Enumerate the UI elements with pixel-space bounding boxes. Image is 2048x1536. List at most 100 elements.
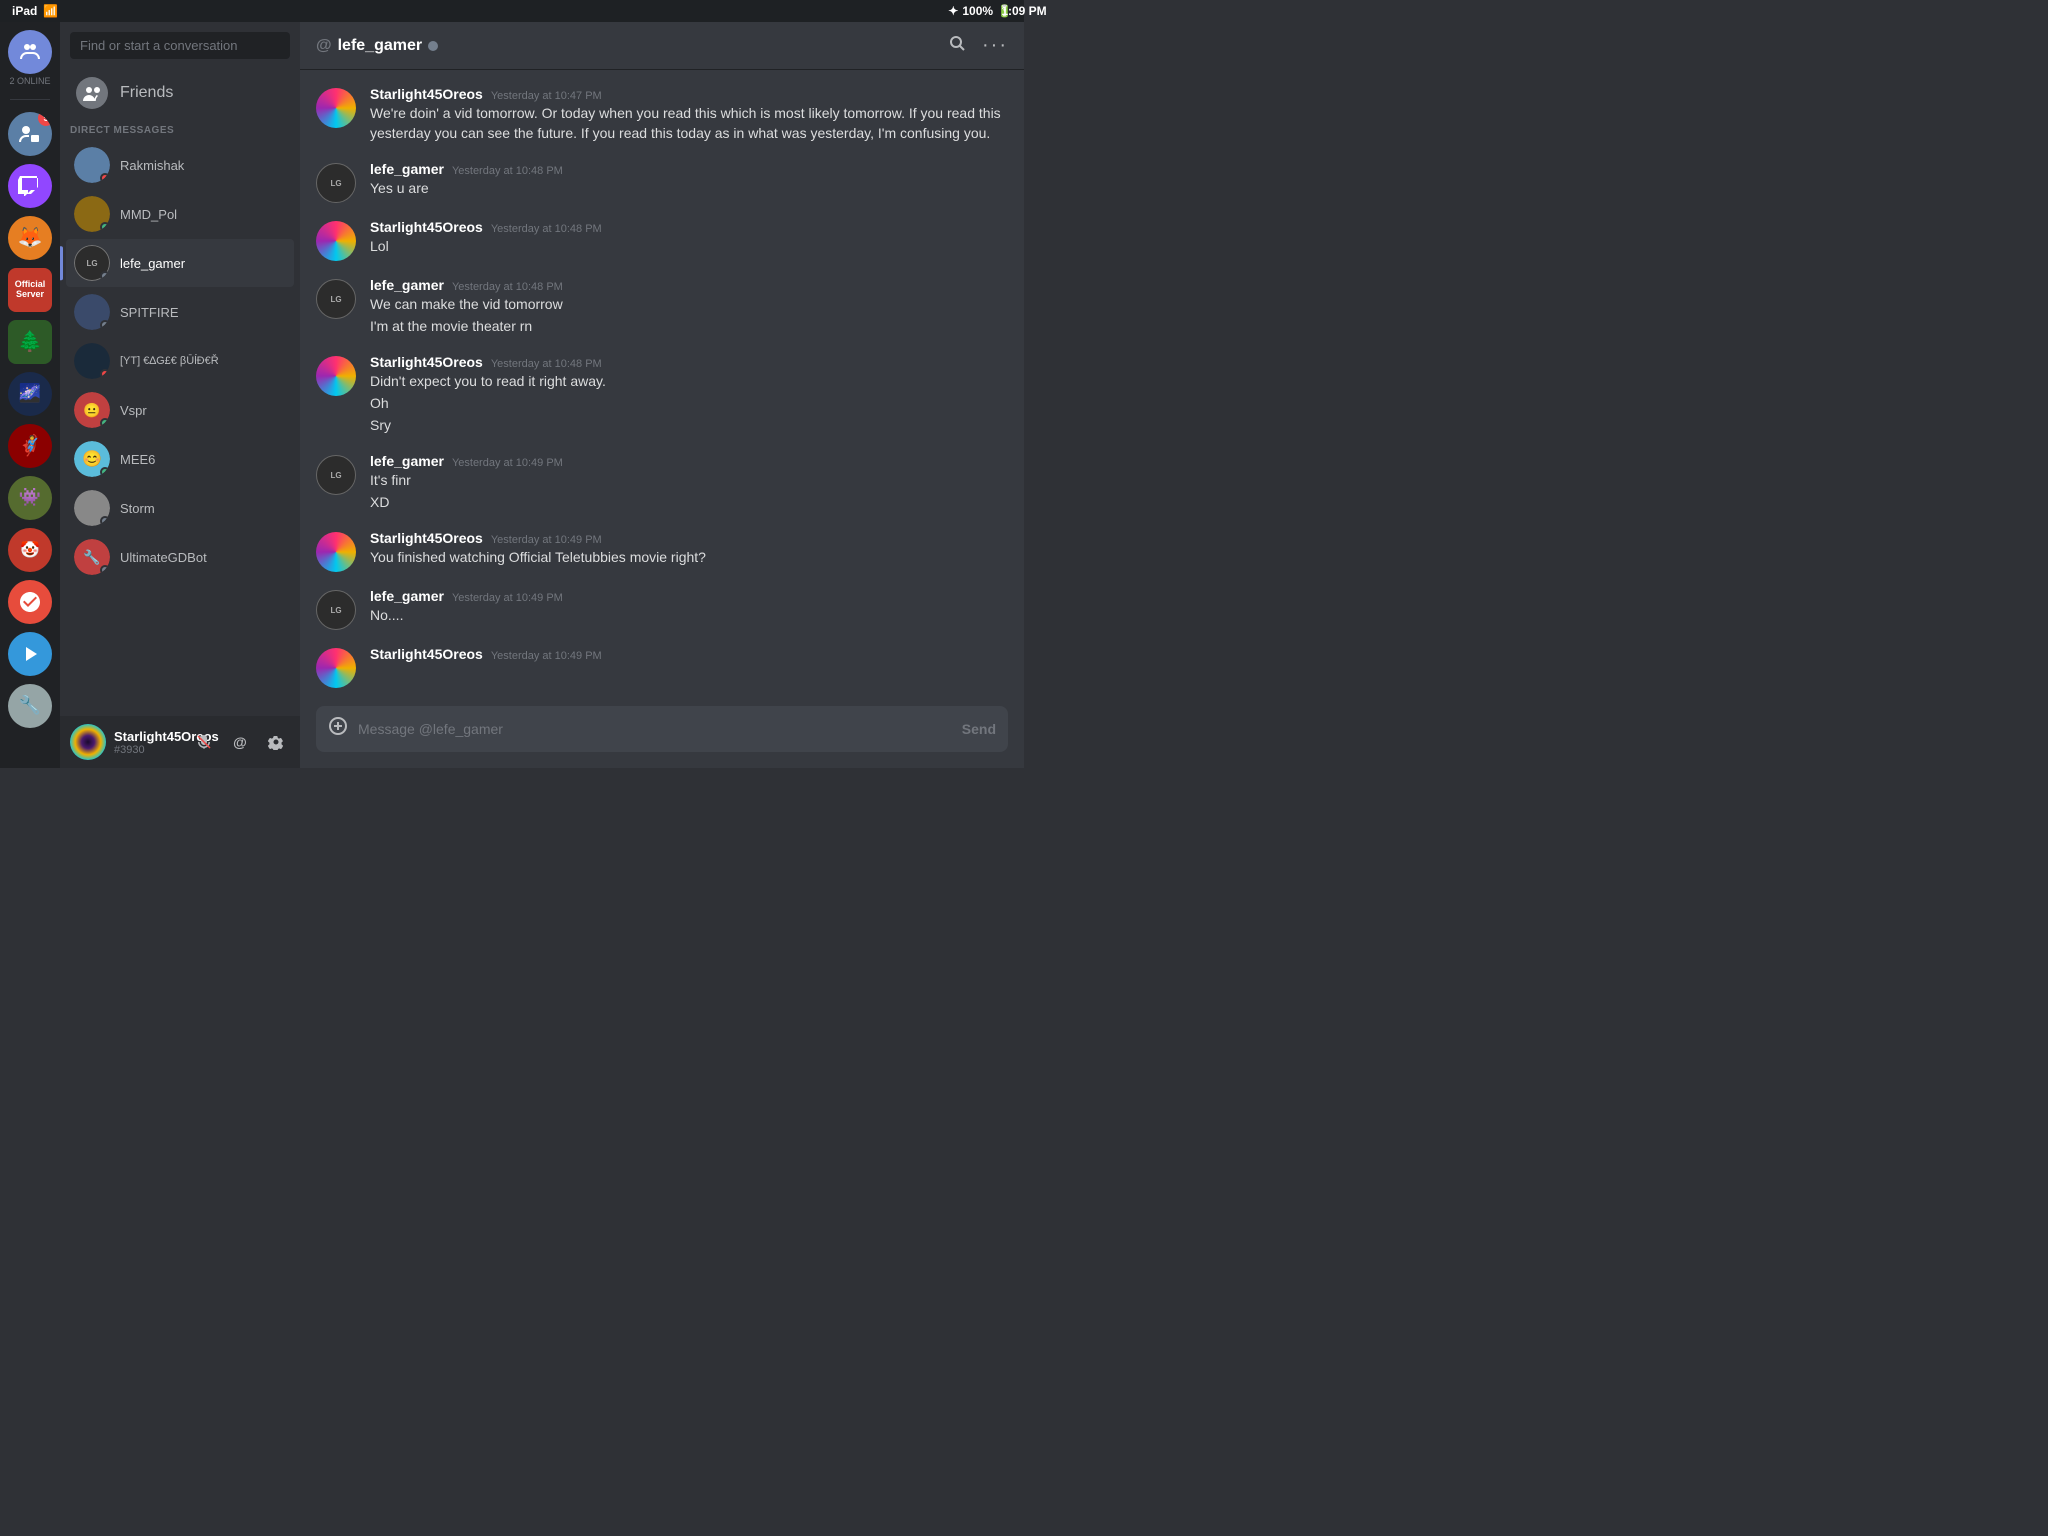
server-icon-s3[interactable]: 🦊 — [8, 216, 52, 260]
online-count: 2 ONLINE — [8, 30, 52, 87]
ipad-label: iPad — [12, 4, 37, 18]
msg-header-m1: Starlight45Oreos Yesterday at 10:47 PM — [370, 86, 1008, 102]
msg-timestamp-m4: Yesterday at 10:48 PM — [452, 281, 563, 293]
friends-label: Friends — [120, 84, 173, 102]
msg-avatar-m6: LG — [316, 455, 356, 495]
dm-avatar-rakmishak — [74, 147, 110, 183]
server-badge-s1: 5 — [38, 112, 52, 126]
status-dot-ultimategdbot — [100, 565, 110, 575]
mention-button[interactable]: @ — [226, 728, 254, 756]
attach-button[interactable] — [328, 706, 348, 752]
msg-username-m5: Starlight45Oreos — [370, 354, 483, 370]
msg-avatar-m5 — [316, 356, 356, 396]
server-icon-s7[interactable]: 🦸 — [8, 424, 52, 468]
msg-avatar-m2: LG — [316, 163, 356, 203]
msg-username-m9: Starlight45Oreos — [370, 646, 483, 662]
msg-username-m4: lefe_gamer — [370, 277, 444, 293]
dm-avatar-lefegamer: LG — [74, 245, 110, 281]
server-icon-s8[interactable]: 👾 — [8, 476, 52, 520]
msg-avatar-m1 — [316, 88, 356, 128]
server-icon-official[interactable]: OfficialServer — [8, 268, 52, 312]
msg-avatar-m4: LG — [316, 279, 356, 319]
msg-timestamp-m8: Yesterday at 10:49 PM — [452, 592, 563, 604]
msg-username-m7: Starlight45Oreos — [370, 530, 483, 546]
status-bar-left: iPad 📶 — [12, 4, 58, 18]
dm-avatar-storm — [74, 490, 110, 526]
msg-timestamp-m7: Yesterday at 10:49 PM — [491, 534, 602, 546]
more-options-button[interactable]: ··· — [982, 34, 1008, 57]
dm-item-rakmishak[interactable]: Rakmishak — [66, 141, 294, 189]
wifi-icon: 📶 — [43, 4, 58, 18]
msg-content-m8: lefe_gamer Yesterday at 10:49 PM No.... — [370, 588, 1008, 630]
dm-avatar-spitfire — [74, 294, 110, 330]
message-input[interactable] — [358, 709, 952, 749]
dm-item-mmdpol[interactable]: MMD_Pol — [66, 190, 294, 238]
msg-timestamp-m5: Yesterday at 10:48 PM — [491, 358, 602, 370]
settings-button[interactable] — [262, 728, 290, 756]
dm-item-ultimategdbot[interactable]: 🔧 UltimateGDBot — [66, 533, 294, 581]
msg-text-m8: No.... — [370, 606, 1008, 626]
chat-header-user: @ lefe_gamer — [316, 37, 438, 55]
dm-avatar-mee6: 😊 — [74, 441, 110, 477]
dm-item-lefegamer[interactable]: LG lefe_gamer — [66, 239, 294, 287]
dm-name-mmdpol: MMD_Pol — [120, 207, 177, 222]
server-icon-arrow[interactable] — [8, 632, 52, 676]
dm-name-rakmishak: Rakmishak — [120, 158, 184, 173]
server-icon-s[interactable] — [8, 580, 52, 624]
user-avatar — [70, 724, 106, 760]
msg-timestamp-m6: Yesterday at 10:49 PM — [452, 457, 563, 469]
message-group-m7: Starlight45Oreos Yesterday at 10:49 PM Y… — [316, 530, 1008, 572]
dm-item-storm[interactable]: Storm — [66, 484, 294, 532]
dm-name-storm: Storm — [120, 501, 155, 516]
user-bar-actions: @ — [190, 728, 290, 756]
app-layout: 2 ONLINE 5 🦊 OfficialServer 🌲 🌌 🦸 👾 — [0, 22, 1024, 768]
message-group-m5: Starlight45Oreos Yesterday at 10:48 PM D… — [316, 354, 1008, 437]
dm-item-mee6[interactable]: 😊 MEE6 — [66, 435, 294, 483]
search-button[interactable] — [948, 34, 966, 57]
chat-header-actions: ··· — [948, 34, 1008, 57]
msg-content-m3: Starlight45Oreos Yesterday at 10:48 PM L… — [370, 219, 1008, 261]
dm-name-ultimategdbot: UltimateGDBot — [120, 550, 207, 565]
msg-header-m7: Starlight45Oreos Yesterday at 10:49 PM — [370, 530, 1008, 546]
chat-header-left: @ lefe_gamer — [316, 37, 438, 55]
server-icon-s1[interactable]: 5 — [8, 112, 52, 156]
msg-content-m1: Starlight45Oreos Yesterday at 10:47 PM W… — [370, 86, 1008, 145]
dm-item-spitfire[interactable]: SPITFIRE — [66, 288, 294, 336]
status-bar-time: 1:09 PM — [1001, 4, 1046, 18]
server-icon-minecraft[interactable]: 🌲 — [8, 320, 52, 364]
msg-text-m1: We're doin' a vid tomorrow. Or today whe… — [370, 104, 1008, 143]
msg-timestamp-m9: Yesterday at 10:49 PM — [491, 650, 602, 662]
dm-section-label: DIRECT MESSAGES — [60, 117, 300, 140]
dm-name-spitfire: SPITFIRE — [120, 305, 179, 320]
send-button[interactable]: Send — [962, 721, 996, 737]
status-dot-spitfire — [100, 320, 110, 330]
mic-button[interactable] — [190, 728, 218, 756]
msg-text-m5: Didn't expect you to read it right away.… — [370, 372, 1008, 435]
server-icon-s6[interactable]: 🌌 — [8, 372, 52, 416]
server-icon-twitch[interactable] — [8, 164, 52, 208]
message-input-area: Send — [300, 696, 1024, 768]
friends-item[interactable]: Friends — [66, 69, 294, 117]
user-name: Starlight45Oreos — [114, 729, 182, 744]
server-icon-w[interactable]: 🤡 — [8, 528, 52, 572]
dm-item-eagle[interactable]: [YT] €∆G£€ βŪĺĐ€Ř — [66, 337, 294, 385]
msg-header-m2: lefe_gamer Yesterday at 10:48 PM — [370, 161, 1008, 177]
server-icon-tools[interactable]: 🔧 — [8, 684, 52, 728]
messages-area[interactable]: Starlight45Oreos Yesterday at 10:47 PM W… — [300, 70, 1024, 696]
dm-item-vspr[interactable]: 😐 Vspr — [66, 386, 294, 434]
search-bar[interactable]: Find or start a conversation — [70, 32, 290, 59]
dm-list: Rakmishak MMD_Pol LG lefe_gamer — [60, 140, 300, 716]
msg-username-m6: lefe_gamer — [370, 453, 444, 469]
status-dot-mee6 — [100, 467, 110, 477]
msg-text-m2: Yes u are — [370, 179, 1008, 199]
status-dot-rakmishak — [100, 173, 110, 183]
dm-name-lefegamer: lefe_gamer — [120, 256, 185, 271]
msg-avatar-m8: LG — [316, 590, 356, 630]
message-group-m8: LG lefe_gamer Yesterday at 10:49 PM No..… — [316, 588, 1008, 630]
msg-username-m2: lefe_gamer — [370, 161, 444, 177]
dm-sidebar: Find or start a conversation Friends DIR… — [60, 22, 300, 768]
chat-recipient-name: lefe_gamer — [338, 37, 423, 55]
message-group-m3: Starlight45Oreos Yesterday at 10:48 PM L… — [316, 219, 1008, 261]
msg-timestamp-m2: Yesterday at 10:48 PM — [452, 165, 563, 177]
msg-header-m8: lefe_gamer Yesterday at 10:49 PM — [370, 588, 1008, 604]
